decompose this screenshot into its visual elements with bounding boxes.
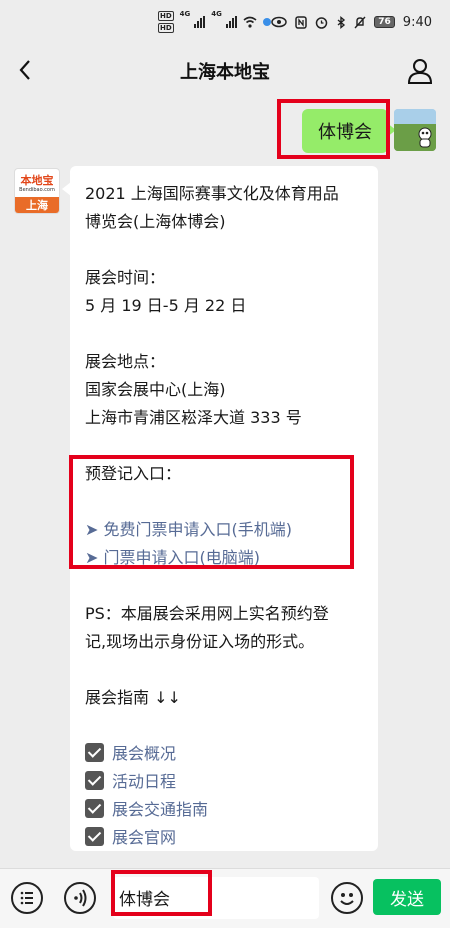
- checkbox-icon: [85, 771, 104, 790]
- guide-item-label: 活动日程: [112, 772, 177, 791]
- prereg-label: 预登记入口：: [85, 464, 182, 483]
- voice-icon[interactable]: [64, 882, 96, 914]
- avatar-url-text: Bendibao.com: [19, 186, 55, 193]
- reply-message-bubble: 2021 上海国际赛事文化及体育用品 博览会(上海体博会) 展会时间： 5 月 …: [62, 166, 378, 852]
- guide-item-label: 展会交通指南: [112, 800, 209, 819]
- chat-title: 上海本地宝: [180, 62, 270, 83]
- nfc-icon: [295, 15, 308, 29]
- mute-icon: [354, 16, 366, 28]
- time-label: 展会时间：: [85, 268, 166, 287]
- place-line-1: 国家会展中心(上海): [85, 380, 226, 399]
- network-type-1: 4G: [179, 10, 191, 18]
- wifi-icon: [243, 16, 257, 28]
- battery-icon: 76: [374, 16, 395, 28]
- guide-item-label: 展会概况: [112, 744, 177, 763]
- checkbox-icon: [85, 743, 104, 762]
- hd-label-2: HD: [158, 23, 174, 33]
- sent-message-bubble[interactable]: 体博会: [302, 109, 396, 153]
- clock: 9:40: [402, 14, 432, 30]
- back-arrow-icon[interactable]: [14, 57, 40, 83]
- menu-list-icon[interactable]: [11, 882, 43, 914]
- hd-indicator: HD HD: [158, 10, 174, 34]
- checkbox-icon: [85, 827, 104, 846]
- ps-line-1: PS：本届展会采用网上实名预约登: [85, 604, 329, 623]
- guide-item-overview[interactable]: 展会概况: [85, 740, 362, 768]
- guide-label: 展会指南 ↓↓: [85, 688, 181, 707]
- chat-header: 上海本地宝: [0, 44, 450, 98]
- input-bar: 体博会 发送: [0, 868, 450, 928]
- message-input[interactable]: 体博会: [113, 877, 319, 919]
- pc-ticket-link[interactable]: ➤ 门票申请入口(电脑端): [85, 544, 362, 572]
- alarm-icon: [316, 16, 328, 29]
- guide-item-website[interactable]: 展会官网: [85, 824, 362, 852]
- avatar-image: [394, 109, 436, 151]
- guide-item-transport[interactable]: 展会交通指南: [85, 796, 362, 824]
- status-bar: HD HD 4G 4G 76 9:40: [0, 0, 450, 44]
- ps-line-2: 记,现场出示身份证入场的形式。: [85, 632, 315, 651]
- mobile-ticket-link[interactable]: ➤ 免费门票申请入口(手机端): [85, 516, 362, 544]
- place-label: 展会地点：: [85, 352, 166, 371]
- network-type-2: 4G: [211, 10, 222, 18]
- guide-item-schedule[interactable]: 活动日程: [85, 768, 362, 796]
- send-button[interactable]: 发送: [373, 879, 441, 915]
- time-value: 5 月 19 日-5 月 22 日: [85, 296, 247, 315]
- hd-label-1: HD: [158, 11, 174, 21]
- account-avatar[interactable]: 本地宝 Bendibao.com 上海: [14, 168, 60, 214]
- signal-icon-2: [225, 16, 237, 28]
- app-indicator-icon: [262, 18, 271, 26]
- emoji-icon[interactable]: [331, 882, 363, 914]
- checkbox-icon: [85, 799, 104, 818]
- eye-icon: [271, 16, 288, 28]
- bluetooth-icon: [337, 15, 346, 29]
- event-title-line-1: 2021 上海国际赛事文化及体育用品: [85, 184, 339, 203]
- avatar-logo-text: 本地宝: [20, 173, 54, 187]
- avatar-city-label: 上海: [15, 197, 59, 213]
- profile-icon[interactable]: [406, 57, 434, 85]
- my-avatar[interactable]: [394, 109, 436, 151]
- place-line-2: 上海市青浦区崧泽大道 333 号: [85, 408, 302, 427]
- event-title-line-2: 博览会(上海体博会): [85, 212, 226, 231]
- guide-item-label: 展会官网: [112, 828, 177, 847]
- sent-message-text: 体博会: [318, 122, 372, 143]
- signal-icon: [194, 16, 206, 28]
- status-right: 76 9:40: [271, 15, 432, 30]
- avatar-logo: 本地宝 Bendibao.com: [15, 169, 59, 197]
- status-left: HD HD 4G 4G: [158, 10, 271, 34]
